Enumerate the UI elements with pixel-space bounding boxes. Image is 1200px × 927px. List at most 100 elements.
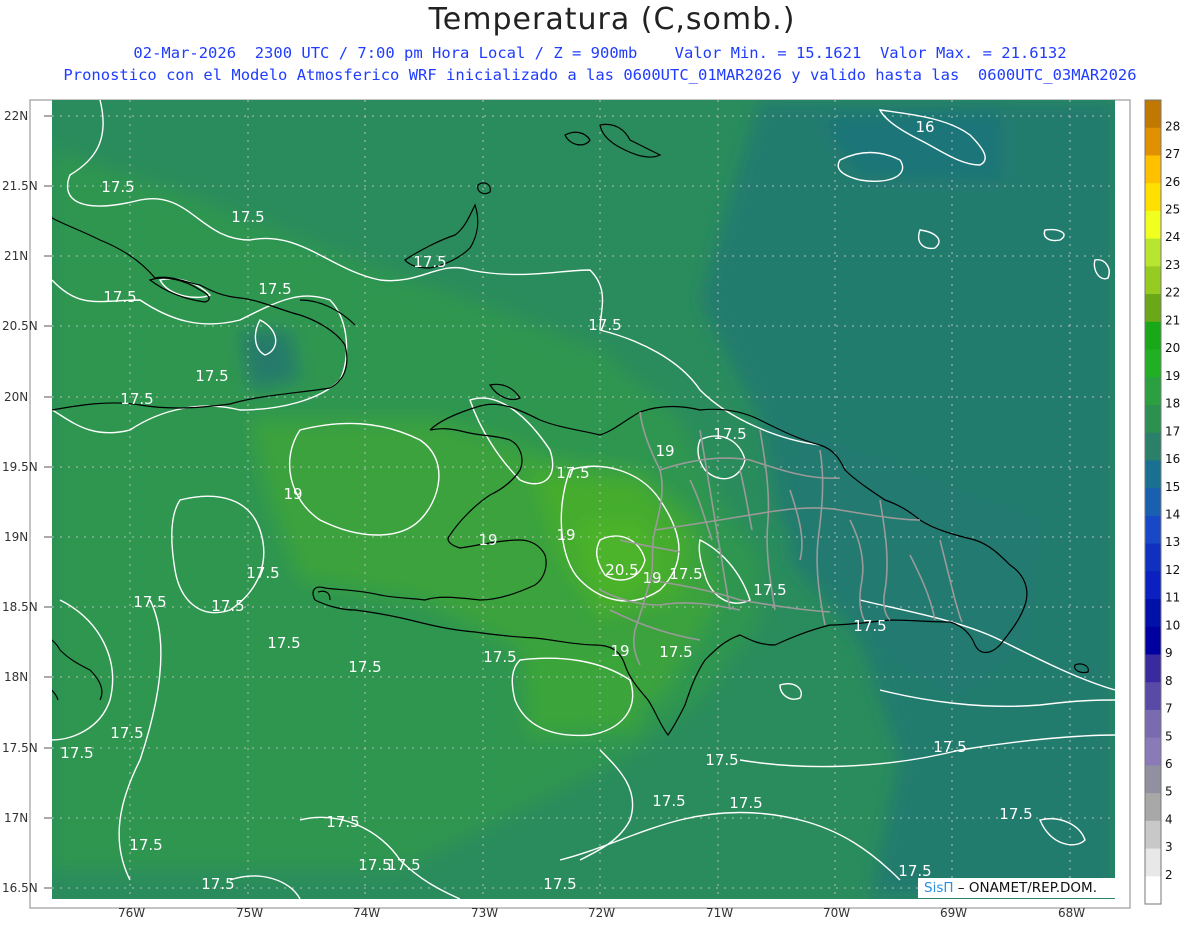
contour-label: 17.5 [258,280,291,298]
colorbar-label: 7 [1165,702,1173,716]
colorbar-swatch [1145,460,1161,489]
colorbar-label: 28 [1165,119,1180,133]
contour-label: 17.5 [713,425,746,443]
contour-label: 17.5 [705,751,738,769]
contour-label: 17.5 [348,658,381,676]
contour-label: 19 [655,442,674,460]
contour-label: 17.5 [753,581,786,599]
lat-label: 22N [4,109,28,123]
lon-label: 74W [353,906,380,920]
colorbar-swatch [1145,349,1161,378]
lat-label: 18N [4,670,28,684]
colorbar-label: 2 [1165,868,1173,882]
colorbar-swatch [1145,127,1161,156]
colorbar-label: 18 [1165,397,1180,411]
colorbar-swatch [1145,599,1161,628]
contour-label: 19 [642,569,661,587]
contour-label: 17.5 [326,813,359,831]
contour-label: 17.5 [588,316,621,334]
contour-label: 17.5 [267,634,300,652]
contour-label: 17.5 [669,565,702,583]
colorbar-label: 27 [1165,147,1180,161]
lon-label: 75W [236,906,263,920]
colorbar-label: 14 [1165,507,1180,521]
color-legend: 2827262524232221201918171615141312111098… [1144,99,1180,905]
colorbar-swatch [1145,404,1161,434]
colorbar-swatch [1145,183,1161,212]
lat-label: 21N [4,249,28,263]
shaded-field [52,100,1115,899]
colorbar-swatch [1145,210,1161,240]
contour-label: 17.5 [231,208,264,226]
sispi-logo: SisΠ [924,880,954,896]
colorbar-swatch [1145,321,1161,351]
colorbar-label: 15 [1165,480,1180,494]
lat-label: 21.5N [2,179,38,193]
credit-text: – ONAMET/REP.DOM. [953,880,1097,896]
lat-label: 18.5N [2,600,38,614]
contour-label: 17.5 [543,875,576,893]
contour-label: 17.5 [853,617,886,635]
contour-label: 17.5 [211,597,244,615]
lat-label: 19.5N [2,460,38,474]
colorbar-label: 4 [1165,812,1173,826]
contour-label: 19 [478,531,497,549]
colorbar-label: 12 [1165,563,1180,577]
colorbar-label: 3 [1165,840,1173,854]
contour-label: 16 [915,118,934,136]
contour-label: 17.5 [556,464,589,482]
colorbar-label: 19 [1165,369,1180,383]
contour-label: 17.5 [483,648,516,666]
colorbar-label: 17 [1165,424,1180,438]
colorbar-label: 6 [1165,757,1173,771]
colorbar-swatch [1145,820,1161,850]
contour-label: 17.5 [652,792,685,810]
colorbar-swatch [1145,654,1161,683]
longitude-labels: 76W 75W 74W 73W 72W 71W 70W 69W 68W [118,906,1085,920]
colorbar-swatch [1145,432,1161,461]
lat-label: 16.5N [2,881,38,895]
colorbar-label: 22 [1165,286,1180,300]
lat-label: 17N [4,811,28,825]
colorbar-label: 5 [1165,729,1173,743]
colorbar-label: 13 [1165,535,1180,549]
colorbar-swatch [1145,515,1161,545]
colorbar-label: 10 [1165,618,1180,632]
lon-label: 72W [588,906,615,920]
contour-label: 17.5 [729,794,762,812]
temperature-map: 17.5 17.5 16 17.5 17.5 17.5 17.5 17.5 17.5 17.5 19… [2,99,1180,920]
contour-label: 17.5 [195,367,228,385]
contour-label: 17.5 [933,738,966,756]
lon-label: 70W [823,906,850,920]
credit-box: SisΠ – ONAMET/REP.DOM. [918,878,1122,898]
contour-label: 17.5 [129,836,162,854]
lat-label: 20.5N [2,319,38,333]
contour-label: 19 [283,485,302,503]
contour-label: 17.5 [133,593,166,611]
lon-label: 69W [940,906,967,920]
colorbar-label: 5 [1165,785,1173,799]
colorbar-swatch [1145,488,1161,517]
colorbar-swatch [1145,626,1161,655]
contour-label: 17.5 [201,875,234,893]
contour-label: 17.5 [413,253,446,271]
colorbar-swatch [1145,266,1161,295]
colorbar-label: 26 [1165,175,1180,189]
colorbar-label: 20 [1165,341,1180,355]
contour-label: 17.5 [387,856,420,874]
colorbar-label: 21 [1165,313,1180,327]
contour-label: 17.5 [101,178,134,196]
colorbar-swatch [1145,238,1161,267]
colorbar-label: 23 [1165,258,1180,272]
colorbar-swatch [1145,709,1161,739]
lon-label: 76W [118,906,145,920]
contour-label: 17.5 [246,564,279,582]
contour-label: 17.5 [110,724,143,742]
colorbar-swatch [1145,100,1161,129]
contour-label: 17.5 [103,288,136,306]
colorbar-label: 11 [1165,591,1180,605]
colorbar-label: 9 [1165,646,1173,660]
colorbar-swatch [1145,571,1161,600]
lat-label: 19N [4,530,28,544]
lat-label: 17.5N [2,741,38,755]
